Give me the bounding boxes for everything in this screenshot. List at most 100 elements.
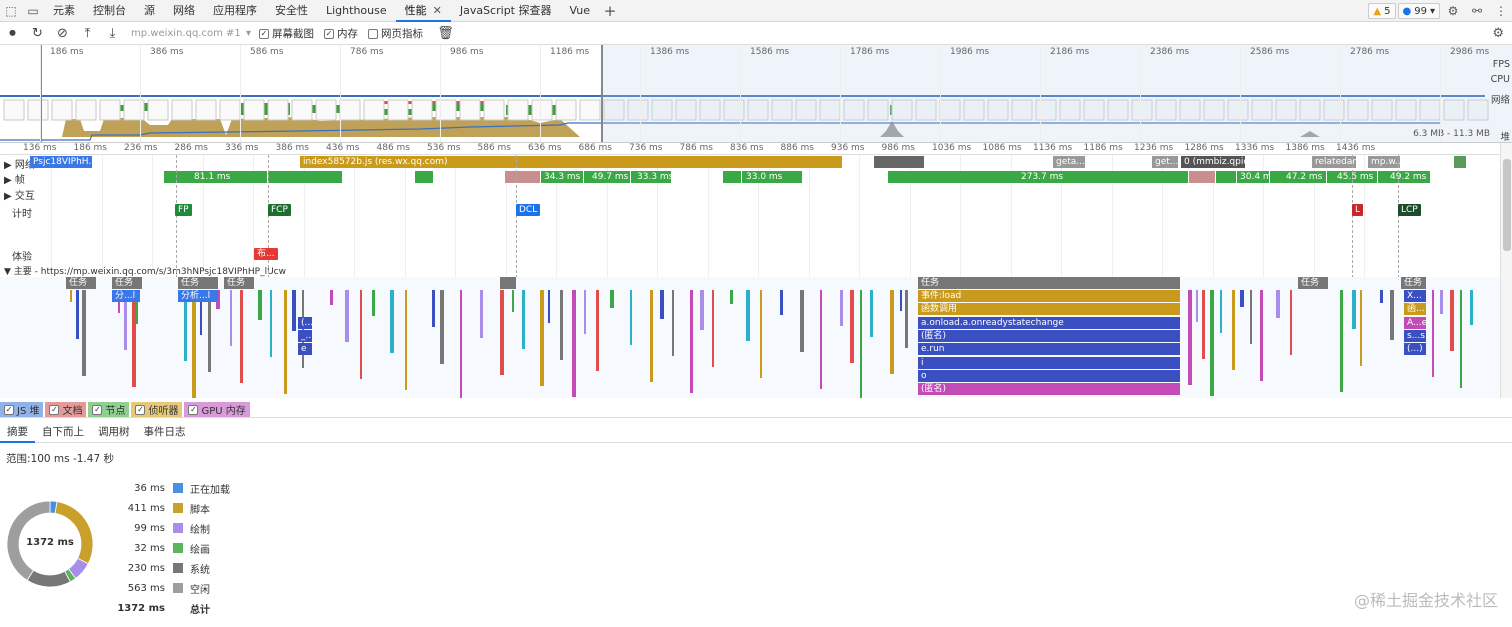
task-bar[interactable]: 任务 xyxy=(178,277,218,289)
tab-security[interactable]: 安全性 xyxy=(266,0,317,22)
timeline-tracks[interactable]: ▶ 网络 ▶ 帧 ▶ 交互 计时 体验 ▼ 主要 - https://mp.we… xyxy=(0,155,1500,398)
timeline-overview[interactable]: FPS CPU 网络 6.3 MB - 11.3 MB 堆 186 ms 386 … xyxy=(0,45,1512,143)
frame-bar-dropped[interactable] xyxy=(1189,171,1215,183)
device-toolbar-icon[interactable]: ▭ xyxy=(22,0,44,22)
network-request-bar[interactable]: get... xyxy=(1152,156,1178,168)
main-thread-flamechart[interactable]: 任务 事件:load 函数调用 a.onload.a.onreadystatec… xyxy=(0,277,1500,398)
network-request-bar[interactable] xyxy=(874,156,924,168)
onload-call-bar[interactable]: a.onload.a.onreadystatechange xyxy=(918,317,1180,329)
network-request-bar[interactable]: 0 (mmbiz.qpic 640 xyxy=(1181,156,1245,168)
nodes-toggle[interactable]: ✓ 节点 xyxy=(88,402,130,417)
close-tab-icon[interactable]: ✕ xyxy=(433,4,442,17)
web-vitals-checkbox[interactable]: 网页指标 xyxy=(368,26,423,41)
tab-js-profiler[interactable]: JavaScript 探查器 xyxy=(451,0,561,22)
frame-bar-dropped[interactable] xyxy=(505,171,540,183)
frame-bar[interactable]: 34.3 ms xyxy=(541,171,583,183)
frame-bar[interactable]: 81.1 ms xyxy=(164,171,267,183)
frame-bar[interactable]: 33.0 ms xyxy=(742,171,802,183)
frame-bar[interactable]: 49.7 ms xyxy=(584,171,630,183)
network-request-bar[interactable]: geta... xyxy=(1053,156,1085,168)
tab-console[interactable]: 控制台 xyxy=(84,0,135,22)
customize-icon[interactable]: ⚯ xyxy=(1466,0,1488,22)
frame-bar[interactable]: 33.3 ms xyxy=(631,171,671,183)
profile-select[interactable]: mp.weixin.qq.com #1 ▾ xyxy=(131,26,251,42)
tab-summary[interactable]: 摘要 xyxy=(0,421,35,443)
e-run-call-bar[interactable]: e.run xyxy=(918,343,1180,355)
network-request-bar[interactable] xyxy=(1454,156,1466,168)
listeners-toggle[interactable]: ✓ 侦听器 xyxy=(131,402,183,417)
js-call-bar[interactable]: A...e xyxy=(1404,317,1426,329)
fcp-marker[interactable]: FCP xyxy=(268,204,291,216)
task-bar[interactable]: 任务 xyxy=(66,277,96,289)
o-call-bar[interactable]: o xyxy=(918,370,1180,382)
add-tab-icon[interactable]: + xyxy=(599,0,621,22)
main-thread-track-label[interactable]: ▼ 主要 - https://mp.weixin.qq.com/s/3m3hNP… xyxy=(4,264,286,277)
js-call-bar[interactable]: e xyxy=(298,343,312,355)
network-request-bar[interactable]: mp.w... xyxy=(1368,156,1400,168)
parse-html-bar[interactable]: 分析...l xyxy=(178,290,218,302)
interactions-track-label[interactable]: ▶ 交互 xyxy=(4,187,35,202)
js-call-bar[interactable]: 函... xyxy=(1404,303,1426,315)
task-bar[interactable]: 任务 xyxy=(1401,277,1426,289)
tab-sources[interactable]: 源 xyxy=(135,0,164,22)
task-bar[interactable]: 任务 xyxy=(224,277,254,289)
tab-call-tree[interactable]: 调用树 xyxy=(91,421,137,443)
task-bar[interactable] xyxy=(500,277,516,289)
frame-bar[interactable]: 47.2 ms xyxy=(1270,171,1326,183)
frame-bar[interactable] xyxy=(415,171,433,183)
tab-vue[interactable]: Vue xyxy=(560,0,599,22)
frame-bar[interactable] xyxy=(1216,171,1236,183)
frame-bar[interactable]: 273.7 ms xyxy=(888,171,1188,183)
clear-icon[interactable]: ⊘ xyxy=(50,23,75,45)
more-options-icon[interactable]: ⋮ xyxy=(1490,0,1512,22)
task-bar[interactable]: 任务 xyxy=(918,277,1180,289)
function-call-bar[interactable]: 函数调用 xyxy=(918,303,1180,315)
tab-performance[interactable]: 性能 ✕ xyxy=(395,0,451,22)
settings-gear-icon[interactable]: ⚙ xyxy=(1442,0,1464,22)
memory-checkbox[interactable]: ✓ 内存 xyxy=(324,26,358,41)
frame-bar[interactable] xyxy=(723,171,741,183)
tab-network[interactable]: 网络 xyxy=(164,0,204,22)
parse-html-bar[interactable]: 分...l xyxy=(112,290,140,302)
scrollbar-thumb[interactable] xyxy=(1503,159,1511,251)
network-request-bar[interactable]: relatedarti... xyxy=(1312,156,1356,168)
tab-bottom-up[interactable]: 自下而上 xyxy=(35,421,91,443)
fp-marker[interactable]: FP xyxy=(175,204,192,216)
anonymous-call-bar[interactable]: (匿名) xyxy=(918,330,1180,342)
tab-application[interactable]: 应用程序 xyxy=(204,0,266,22)
warnings-badge[interactable]: ▲ 5 xyxy=(1368,3,1396,19)
js-call-bar[interactable]: (...) xyxy=(1404,343,1426,355)
dcl-marker[interactable]: DCL xyxy=(516,204,541,216)
frame-bar[interactable]: 30.4 ms xyxy=(1237,171,1269,183)
js-heap-toggle[interactable]: ✓ JS 堆 xyxy=(0,402,44,417)
frame-bar[interactable]: 49.2 ms xyxy=(1378,171,1430,183)
task-bar[interactable]: 任务 xyxy=(112,277,142,289)
frame-bar[interactable] xyxy=(268,171,342,183)
tab-elements[interactable]: 元素 xyxy=(44,0,84,22)
js-call-bar[interactable]: X... xyxy=(1404,290,1426,302)
network-request-bar[interactable]: Psjc18VIPhH... xyxy=(30,156,92,168)
tab-event-log[interactable]: 事件日志 xyxy=(137,421,193,443)
js-call-bar[interactable]: s...s xyxy=(1404,330,1426,342)
capture-settings-icon[interactable]: ⚙ xyxy=(1492,26,1504,41)
js-call-bar[interactable]: (... xyxy=(298,317,312,329)
task-bar[interactable]: 任务 xyxy=(1298,277,1328,289)
upload-icon[interactable]: ⤒ xyxy=(75,23,100,45)
gpu-memory-toggle[interactable]: ✓ GPU 内存 xyxy=(184,402,250,417)
layout-shift-marker[interactable]: 布... xyxy=(254,248,278,260)
i-call-bar[interactable]: i xyxy=(918,357,1180,369)
tracks-scrollbar[interactable] xyxy=(1500,143,1512,398)
network-request-bar[interactable]: index58572b.js (res.wx.qq.com) xyxy=(300,156,842,168)
js-call-bar[interactable]: _... xyxy=(298,330,312,342)
reload-icon[interactable]: ↻ xyxy=(25,23,50,45)
event-load-bar[interactable]: 事件:load xyxy=(918,290,1180,302)
l-marker[interactable]: L xyxy=(1352,204,1364,216)
inspect-element-icon[interactable]: ⬚ xyxy=(0,0,22,22)
record-icon[interactable]: ⏺ xyxy=(0,23,25,45)
trash-icon[interactable]: 🗑 xyxy=(433,23,458,45)
screenshots-checkbox[interactable]: ✓ 屏幕截图 xyxy=(259,26,314,41)
selection-right-handle[interactable] xyxy=(601,45,603,142)
issues-badge[interactable]: ● 99 ▾ xyxy=(1397,3,1440,19)
lcp-marker[interactable]: LCP xyxy=(1398,204,1421,216)
documents-toggle[interactable]: ✓ 文档 xyxy=(45,402,87,417)
